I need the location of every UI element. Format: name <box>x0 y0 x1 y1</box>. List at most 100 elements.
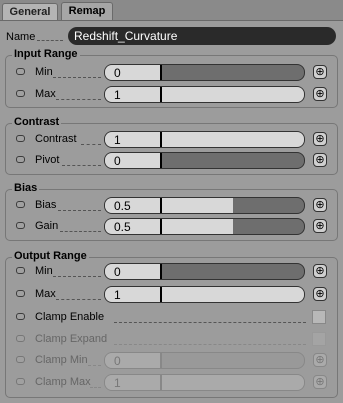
leader-dots <box>88 365 101 366</box>
slider-value: 0.5 <box>114 220 131 234</box>
leader-dots <box>62 165 101 166</box>
leader-dots <box>114 344 306 345</box>
param-label: Min <box>35 66 53 78</box>
param-label: Min <box>35 265 53 277</box>
clamp-max-slider: 1 <box>104 374 305 391</box>
plug-connector-icon[interactable]: ⊕ <box>313 65 327 79</box>
plug-connector-icon[interactable]: ⊕ <box>313 264 327 278</box>
param-label: Pivot <box>35 154 60 166</box>
slider-value: 1 <box>114 288 121 302</box>
name-leader-dots <box>37 40 63 41</box>
param-row-contrast: Contrast 1 ⊕ <box>0 130 343 150</box>
animation-led-icon[interactable] <box>16 267 25 274</box>
param-label: Clamp Min <box>35 354 88 366</box>
param-row-clamp-enable: Clamp Enable <box>0 308 343 328</box>
leader-dots <box>53 276 101 277</box>
param-row-input-max: Max 1 ⊕ <box>0 85 343 105</box>
param-label: Max <box>35 88 56 100</box>
slider-fill <box>105 87 304 102</box>
slider-marker <box>160 353 162 368</box>
param-row-pivot: Pivot 0 ⊕ <box>0 151 343 171</box>
slider-value: 0 <box>114 265 121 279</box>
slider-marker <box>160 65 162 80</box>
param-row-clamp-min: Clamp Min 0 ⊕ <box>0 351 343 371</box>
clamp-expand-checkbox <box>312 332 326 346</box>
leader-dots <box>114 322 306 323</box>
name-field[interactable]: Redshift_Curvature <box>68 27 336 45</box>
slider-marker <box>160 153 162 168</box>
leader-dots <box>81 144 101 145</box>
slider-value: 1 <box>114 88 121 102</box>
param-row-input-min: Min 0 ⊕ <box>0 63 343 83</box>
pivot-slider[interactable]: 0 <box>104 152 305 169</box>
leader-dots <box>53 77 101 78</box>
slider-value: 0.5 <box>114 199 131 213</box>
group-title-bias: Bias <box>12 182 40 194</box>
slider-marker <box>160 264 162 279</box>
plug-connector-icon[interactable]: ⊕ <box>313 132 327 146</box>
input-min-slider[interactable]: 0 <box>104 64 305 81</box>
param-label: Bias <box>35 199 57 211</box>
gain-slider[interactable]: 0.5 <box>104 218 305 235</box>
slider-value: 0 <box>114 154 121 168</box>
slider-value: 1 <box>114 376 121 390</box>
leader-dots <box>56 99 101 100</box>
slider-fill <box>105 287 304 302</box>
param-label: Max <box>35 288 56 300</box>
contrast-slider[interactable]: 1 <box>104 131 305 148</box>
slider-value: 1 <box>114 133 121 147</box>
slider-marker <box>160 87 162 102</box>
leader-dots <box>58 210 101 211</box>
output-max-slider[interactable]: 1 <box>104 286 305 303</box>
param-row-bias: Bias 0.5 ⊕ <box>0 196 343 216</box>
animation-led-icon[interactable] <box>16 201 25 208</box>
animation-led-icon[interactable] <box>16 290 25 297</box>
animation-led-icon[interactable] <box>16 68 25 75</box>
plug-connector-icon[interactable]: ⊕ <box>313 198 327 212</box>
tab-bar: General Remap <box>0 0 343 21</box>
param-row-clamp-expand: Clamp Expand <box>0 330 343 350</box>
plug-connector-icon: ⊕ <box>313 353 327 367</box>
clamp-min-slider: 0 <box>104 352 305 369</box>
tab-general[interactable]: General <box>2 3 58 21</box>
group-title-contrast: Contrast <box>12 116 62 128</box>
plug-connector-icon[interactable]: ⊕ <box>313 153 327 167</box>
animation-led-icon[interactable] <box>16 222 25 229</box>
name-label: Name <box>6 31 36 43</box>
clamp-enable-checkbox[interactable] <box>312 310 326 324</box>
param-label: Gain <box>35 220 59 232</box>
slider-marker <box>160 132 162 147</box>
param-label: Clamp Enable <box>35 311 105 323</box>
param-label: Contrast <box>35 133 77 145</box>
leader-dots <box>56 299 101 300</box>
input-max-slider[interactable]: 1 <box>104 86 305 103</box>
param-row-output-min: Min 0 ⊕ <box>0 262 343 282</box>
animation-led-icon[interactable] <box>16 90 25 97</box>
param-row-clamp-max: Clamp Max 1 ⊕ <box>0 373 343 393</box>
slider-value: 0 <box>114 354 121 368</box>
tab-remap[interactable]: Remap <box>61 2 113 21</box>
group-title-output-range: Output Range <box>12 250 89 262</box>
param-row-output-max: Max 1 ⊕ <box>0 285 343 305</box>
animation-led-icon <box>16 356 25 363</box>
slider-value: 0 <box>114 66 121 80</box>
animation-led-icon[interactable] <box>16 156 25 163</box>
animation-led-icon[interactable] <box>16 135 25 142</box>
plug-connector-icon[interactable]: ⊕ <box>313 87 327 101</box>
slider-marker <box>160 287 162 302</box>
plug-connector-icon[interactable]: ⊕ <box>313 287 327 301</box>
leader-dots <box>90 387 101 388</box>
output-min-slider[interactable]: 0 <box>104 263 305 280</box>
slider-fill <box>105 132 304 147</box>
leader-dots <box>60 231 101 232</box>
slider-marker <box>160 198 162 213</box>
bias-slider[interactable]: 0.5 <box>104 197 305 214</box>
animation-led-icon <box>16 378 25 385</box>
slider-fill <box>105 375 304 390</box>
animation-led-icon[interactable] <box>16 313 25 320</box>
group-title-input-range: Input Range <box>12 48 80 60</box>
param-row-gain: Gain 0.5 ⊕ <box>0 217 343 237</box>
param-label: Clamp Expand <box>35 333 108 345</box>
plug-connector-icon[interactable]: ⊕ <box>313 219 327 233</box>
slider-marker <box>160 375 162 390</box>
